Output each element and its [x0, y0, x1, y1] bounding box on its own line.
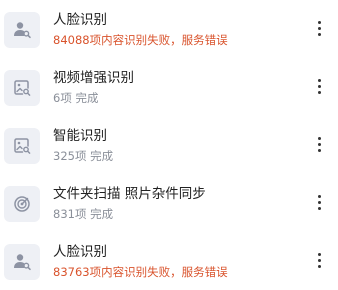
task-status: 831项 完成 — [53, 207, 114, 221]
image-search-icon — [14, 138, 31, 154]
more-options-icon[interactable] — [308, 246, 330, 274]
task-thumbnail — [4, 244, 40, 280]
task-title: 视频增强识别 — [53, 70, 134, 86]
task-status: 325项 完成 — [53, 149, 114, 163]
task-row-face-recognition[interactable]: 人脸识别 84088项内容识别失败，服务错误 — [0, 0, 338, 58]
task-title: 文件夹扫描 照片杂件同步 — [53, 186, 206, 202]
more-options-icon[interactable] — [308, 14, 330, 42]
task-title: 人脸识别 — [53, 12, 107, 28]
image-search-icon — [14, 80, 31, 96]
task-list: 人脸识别 84088项内容识别失败，服务错误 视频增强识别 6项 完成 智能识别… — [0, 0, 338, 285]
task-row-folder-scan[interactable]: 文件夹扫描 照片杂件同步 831项 完成 — [0, 174, 338, 232]
task-title: 智能识别 — [53, 128, 107, 144]
task-status: 6项 完成 — [53, 91, 99, 105]
more-options-icon[interactable] — [308, 188, 330, 216]
task-title: 人脸识别 — [53, 244, 107, 260]
task-thumbnail — [4, 70, 40, 106]
task-thumbnail — [4, 128, 40, 164]
task-thumbnail — [4, 186, 40, 222]
task-status: 83763项内容识别失败，服务错误 — [53, 265, 228, 279]
person-search-icon — [14, 254, 31, 271]
task-status: 84088项内容识别失败，服务错误 — [53, 33, 228, 47]
task-row-video-enhance[interactable]: 视频增强识别 6项 完成 — [0, 58, 338, 116]
task-row-smart-recognition[interactable]: 智能识别 325项 完成 — [0, 116, 338, 174]
radar-scan-icon — [14, 196, 30, 212]
more-options-icon[interactable] — [308, 130, 330, 158]
task-row-face-recognition[interactable]: 人脸识别 83763项内容识别失败，服务错误 — [0, 232, 338, 290]
task-thumbnail — [4, 12, 40, 48]
person-search-icon — [14, 22, 31, 39]
more-options-icon[interactable] — [308, 72, 330, 100]
